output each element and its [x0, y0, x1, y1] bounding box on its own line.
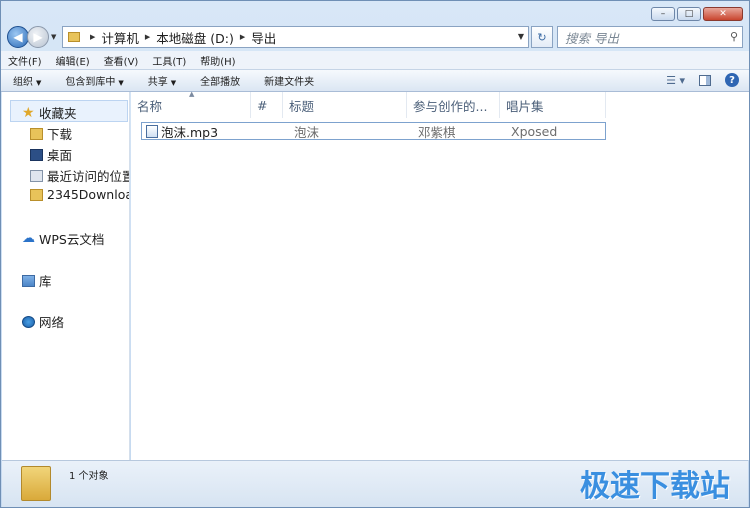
recent-places-icon [30, 169, 43, 182]
column-album[interactable]: 唱片集 [500, 92, 606, 118]
column-headers: ▲ 名称 # 标题 参与创作的... 唱片集 [131, 90, 749, 118]
menu-help[interactable]: 帮助(H) [200, 53, 235, 68]
nav-network[interactable]: 网络 [22, 312, 64, 331]
include-in-library-label: 包含到库中 [65, 77, 116, 88]
nav-downloads[interactable]: 下载 [30, 124, 72, 143]
cloud-icon: ☁ [22, 231, 35, 246]
column-title[interactable]: 标题 [283, 92, 407, 118]
refresh-button[interactable]: ↻ [531, 26, 553, 48]
preview-pane-icon[interactable] [699, 74, 711, 86]
navigation-pane: ★ 收藏夹 下载 桌面 最近访问的位置 2345Downloads ☁ WPS云… [2, 92, 130, 460]
nav-recent[interactable]: 最近访问的位置 [30, 166, 130, 185]
nav-library[interactable]: 库 [22, 271, 52, 290]
play-all-button[interactable]: 全部播放 [200, 73, 240, 88]
back-button[interactable]: ◀ [7, 26, 29, 48]
organize-label: 组织 [13, 77, 33, 88]
nav-network-label: 网络 [39, 315, 65, 330]
address-dropdown-icon[interactable]: ▼ [518, 32, 524, 41]
share-button[interactable]: 共享 ▼ [148, 73, 176, 88]
menu-file[interactable]: 文件(F) [8, 53, 42, 68]
chevron-right-icon[interactable]: ▶ [240, 33, 245, 41]
include-in-library-button[interactable]: 包含到库中 ▼ [65, 73, 123, 88]
nav-2345downloads[interactable]: 2345Downloads [30, 187, 129, 202]
refresh-icon: ↻ [537, 30, 547, 44]
nav-desktop-label: 桌面 [47, 148, 73, 163]
library-icon [22, 274, 35, 287]
command-bar: 组织 ▼ 包含到库中 ▼ 共享 ▼ 全部播放 新建文件夹 ☰ ▾ ? [1, 69, 749, 92]
view-options-icon[interactable]: ☰ ▾ [666, 74, 685, 87]
close-button[interactable]: ✕ [703, 7, 743, 21]
nav-recent-label: 最近访问的位置 [47, 169, 130, 184]
column-album-label: 唱片集 [506, 98, 544, 114]
explorer-window: – □ ✕ ◀ ▶ ▼ ▶ 计算机 ▶ 本地磁盘 (D:) ▶ 导出 ▼ ↻ 搜… [0, 0, 750, 508]
desktop-icon [30, 148, 43, 161]
minimize-button[interactable]: – [651, 7, 675, 21]
nav-wps-cloud[interactable]: ☁ WPS云文档 [22, 229, 104, 248]
folder-icon [30, 188, 43, 201]
menu-view[interactable]: 查看(V) [104, 53, 139, 68]
details-pane: 1 个对象 极速下载站 [2, 460, 748, 507]
breadcrumb-computer[interactable]: 计算机 [101, 28, 139, 47]
chevron-down-icon: ▼ [170, 79, 177, 87]
file-name-cell: 泡沫.mp3 [142, 122, 260, 141]
menu-tools[interactable]: 工具(T) [152, 53, 186, 68]
chevron-down-icon: ▼ [36, 79, 42, 87]
maximize-button[interactable]: □ [677, 7, 701, 21]
folder-icon [21, 466, 51, 501]
column-name-label: 名称 [137, 98, 163, 114]
new-folder-button[interactable]: 新建文件夹 [264, 73, 314, 88]
folder-icon [68, 32, 80, 42]
file-list: ▲ 名称 # 标题 参与创作的... 唱片集 泡沫.mp3 泡沫 邓紫棋 Xpo… [131, 90, 749, 460]
file-name: 泡沫.mp3 [161, 124, 219, 140]
share-label: 共享 [147, 77, 168, 88]
breadcrumb-drive[interactable]: 本地磁盘 (D:) [156, 28, 234, 47]
window-controls: – □ ✕ [651, 7, 743, 21]
file-artist: 邓紫棋 [418, 124, 456, 140]
forward-button[interactable]: ▶ [27, 26, 49, 48]
nav-downloads-label: 下载 [47, 127, 73, 142]
nav-buttons: ◀ ▶ ▼ [7, 26, 56, 48]
address-bar[interactable]: ▶ 计算机 ▶ 本地磁盘 (D:) ▶ 导出 ▼ [62, 26, 529, 48]
star-icon: ★ [22, 104, 35, 121]
column-title-label: 标题 [289, 98, 315, 114]
search-input[interactable]: 搜索 导出 ⚲ [557, 26, 743, 48]
nav-2345downloads-label: 2345Downloads [47, 187, 129, 202]
sort-ascending-icon: ▲ [189, 90, 195, 98]
network-icon [22, 315, 35, 328]
item-count: 1 个对象 [69, 471, 109, 482]
column-artist[interactable]: 参与创作的... [407, 92, 500, 118]
chevron-right-icon[interactable]: ▶ [90, 33, 95, 41]
column-name[interactable]: ▲ 名称 [131, 90, 251, 118]
watermark-text: 极速下载站 [580, 469, 730, 504]
column-number[interactable]: # [251, 92, 283, 118]
search-icon[interactable]: ⚲ [730, 30, 738, 43]
organize-button[interactable]: 组织 ▼ [13, 73, 41, 88]
file-album: Xposed [511, 123, 558, 139]
nav-desktop[interactable]: 桌面 [30, 145, 72, 164]
menu-bar: 文件(F) 编辑(E) 查看(V) 工具(T) 帮助(H) [1, 51, 749, 69]
nav-favorites[interactable]: ★ 收藏夹 [22, 103, 77, 122]
column-artist-label: 参与创作的... [413, 98, 488, 114]
chevron-down-icon: ▼ [118, 79, 124, 87]
chevron-right-icon[interactable]: ▶ [145, 33, 150, 41]
column-number-label: # [257, 97, 268, 113]
search-placeholder: 搜索 导出 [565, 30, 619, 46]
nav-library-label: 库 [39, 274, 52, 289]
menu-edit[interactable]: 编辑(E) [56, 53, 90, 68]
table-row[interactable]: 泡沫.mp3 泡沫 邓紫棋 Xposed [141, 122, 606, 140]
help-icon[interactable]: ? [725, 73, 739, 87]
breadcrumb-export[interactable]: 导出 [251, 28, 276, 47]
audio-file-icon [146, 124, 158, 138]
downloads-folder-icon [30, 127, 43, 140]
nav-wps-label: WPS云文档 [39, 232, 105, 247]
recent-pages-dropdown[interactable]: ▼ [51, 33, 56, 41]
file-title: 泡沫 [294, 124, 320, 140]
nav-favorites-label: 收藏夹 [39, 106, 77, 121]
